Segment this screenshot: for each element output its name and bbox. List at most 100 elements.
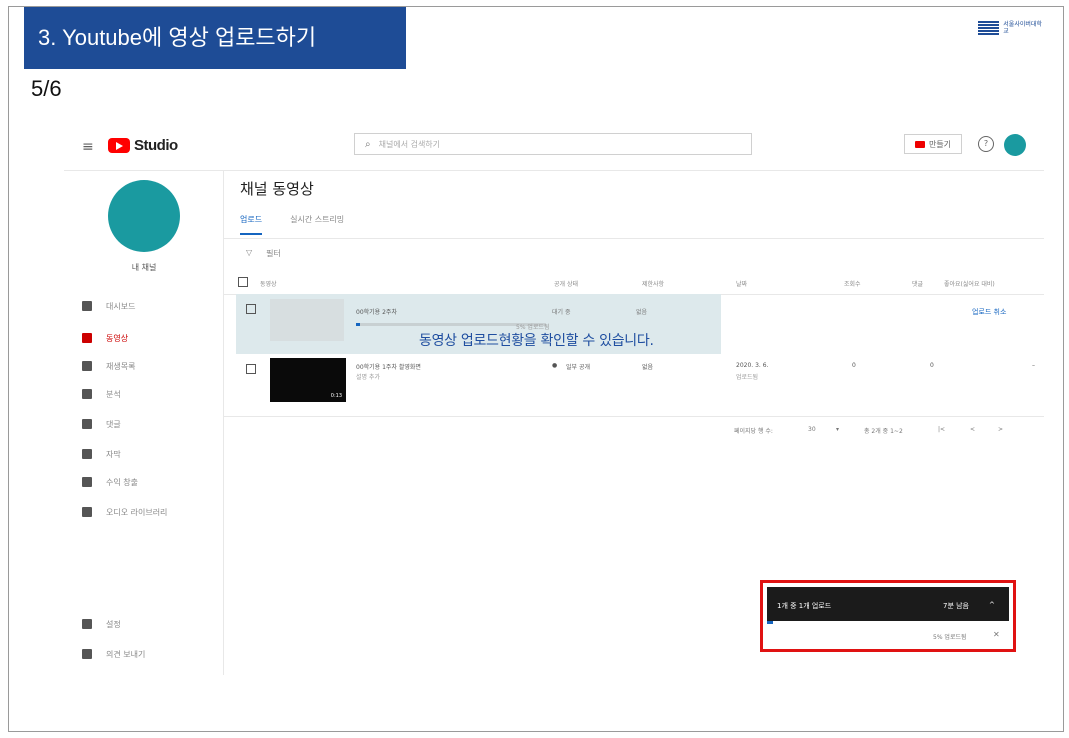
video-views: 0 xyxy=(852,362,856,369)
sidebar-item-subtitles[interactable]: 자막 xyxy=(82,446,121,462)
upload-time-remaining: 7분 남음 xyxy=(943,602,969,610)
logo-mark xyxy=(978,21,1000,35)
column-header: 제한사항 xyxy=(642,281,665,288)
divider xyxy=(224,238,1044,239)
tab-bar: 업로드 실시간 스트리밍 xyxy=(240,214,344,235)
sidebar-item-label: 설정 xyxy=(106,619,121,629)
video-title[interactable]: 00학기용 1주차 촬영화면 xyxy=(356,362,421,371)
video-restriction: 없음 xyxy=(642,364,654,371)
sidebar-item-label: 댓글 xyxy=(106,419,121,429)
column-header: 날짜 xyxy=(736,281,748,288)
sidebar: 내 채널 대시보드 동영상 재생목록 분석 댓글 자막 수익 창출 오디오 라이… xyxy=(64,170,224,675)
channel-name: 내 채널 xyxy=(131,263,157,272)
search-placeholder: 채널에서 검색하기 xyxy=(378,139,441,149)
column-header: 동영상 xyxy=(260,281,277,288)
filter-icon: ▽ xyxy=(246,248,253,257)
row-status: 대기 중 xyxy=(552,309,571,316)
logo-text: 서울사이버대학교 xyxy=(1003,21,1042,35)
video-description[interactable]: 설명 추가 xyxy=(356,372,380,381)
filter-bar[interactable]: ▽ 필터 xyxy=(246,248,281,259)
video-duration: 0:13 xyxy=(330,393,342,399)
column-header: 조회수 xyxy=(844,281,861,288)
column-header: 공개 상태 xyxy=(554,281,578,288)
sidebar-item-label: 자막 xyxy=(106,449,121,459)
playlist-icon xyxy=(82,361,92,371)
sidebar-item-settings[interactable]: 설정 xyxy=(82,616,121,632)
search-icon: ⌕ xyxy=(365,138,371,150)
feedback-icon xyxy=(82,649,92,659)
analytics-icon xyxy=(82,389,92,399)
upload-progress-text: 5% 업로드됨 xyxy=(933,634,967,641)
prev-page-button[interactable]: < xyxy=(970,426,975,433)
create-button[interactable]: 만들기 xyxy=(904,134,962,154)
video-icon xyxy=(82,333,92,343)
video-date-status: 업로드됨 xyxy=(736,374,759,381)
monetization-icon xyxy=(82,477,92,487)
menu-icon[interactable]: ≡ xyxy=(82,139,94,155)
expand-icon[interactable]: ^ xyxy=(989,601,995,609)
sidebar-item-analytics[interactable]: 분석 xyxy=(82,386,121,402)
upload-panel-title: 1개 중 1개 업로드 xyxy=(777,602,832,610)
rows-per-page-label: 페이지당 행 수: xyxy=(734,428,773,435)
column-header: 댓글 xyxy=(912,281,924,288)
video-thumbnail[interactable]: 0:13 xyxy=(270,358,346,402)
close-icon[interactable]: ✕ xyxy=(993,630,1000,639)
studio-brand: Studio xyxy=(134,137,178,154)
dashboard-icon xyxy=(82,301,92,311)
video-date: 2020. 3. 6. xyxy=(736,362,769,369)
sidebar-item-comments[interactable]: 댓글 xyxy=(82,416,121,432)
video-thumbnail xyxy=(270,299,344,341)
help-icon[interactable]: ? xyxy=(978,136,994,152)
visibility-icon: ● xyxy=(552,362,558,369)
university-logo: 서울사이버대학교 xyxy=(978,19,1046,37)
comments-icon xyxy=(82,419,92,429)
sidebar-item-dashboard[interactable]: 대시보드 xyxy=(82,298,135,314)
sidebar-item-label: 대시보드 xyxy=(106,301,136,311)
sidebar-item-feedback[interactable]: 의견 보내기 xyxy=(82,646,145,662)
sidebar-item-label: 의견 보내기 xyxy=(106,649,146,659)
page-range: 총 2개 중 1~2 xyxy=(864,428,903,435)
sidebar-item-label: 수익 창출 xyxy=(106,477,138,487)
chevron-down-icon[interactable]: ▾ xyxy=(836,426,839,433)
youtube-play-icon xyxy=(108,138,130,153)
annotation-text: 동영상 업로드현황을 확인할 수 있습니다. xyxy=(419,333,654,349)
video-title[interactable]: 00학기용 2주차 xyxy=(356,307,397,316)
tab-uploads[interactable]: 업로드 xyxy=(240,214,263,235)
column-header: 좋아요(싫어요 대비) xyxy=(944,281,995,288)
account-avatar[interactable] xyxy=(1004,134,1026,156)
table-header: 동영상 공개 상태 제한사항 날짜 조회수 댓글 좋아요(싫어요 대비) xyxy=(224,270,1044,295)
sidebar-item-videos[interactable]: 동영상 xyxy=(82,330,128,346)
row-progress-fill xyxy=(356,323,360,326)
sidebar-item-label: 동영상 xyxy=(106,333,129,343)
sidebar-item-audio-library[interactable]: 오디오 라이브러리 xyxy=(82,504,167,520)
sidebar-item-label: 재생목록 xyxy=(106,361,136,371)
camera-icon xyxy=(914,140,925,148)
sidebar-item-playlists[interactable]: 재생목록 xyxy=(82,358,135,374)
tab-live[interactable]: 실시간 스트리밍 xyxy=(290,214,344,235)
sidebar-item-monetization[interactable]: 수익 창출 xyxy=(82,474,138,490)
upload-panel-header[interactable]: 1개 중 1개 업로드 7분 남음 ^ xyxy=(767,587,1009,621)
next-page-button[interactable]: > xyxy=(998,426,1003,433)
subtitles-icon xyxy=(82,449,92,459)
video-likes: – xyxy=(1032,362,1035,369)
channel-avatar[interactable] xyxy=(108,180,180,252)
sidebar-item-label: 분석 xyxy=(106,389,121,399)
select-all-checkbox[interactable] xyxy=(238,277,248,287)
search-input[interactable]: ⌕ 채널에서 검색하기 xyxy=(354,133,752,155)
video-visibility[interactable]: 일부 공개 xyxy=(566,362,590,371)
first-page-button[interactable]: |< xyxy=(938,426,945,433)
studio-logo[interactable]: Studio xyxy=(108,137,178,154)
table-row[interactable]: 0:13 00학기용 1주차 촬영화면 설명 추가 ● 일부 공개 없음 202… xyxy=(224,354,1044,417)
row-checkbox[interactable] xyxy=(246,304,256,314)
top-bar: ≡ Studio ⌕ 채널에서 검색하기 만들기 ? xyxy=(64,120,1044,171)
slide-title: 3. Youtube에 영상 업로드하기 xyxy=(24,7,406,69)
cancel-upload-link[interactable]: 업로드 취소 xyxy=(972,307,1006,317)
upload-panel-body: 5% 업로드됨 ✕ xyxy=(767,624,1009,646)
rows-per-page-select[interactable]: 30 xyxy=(808,426,816,433)
video-comments: 0 xyxy=(930,362,934,369)
sidebar-item-label: 오디오 라이브러리 xyxy=(106,507,168,517)
page-number: 5/6 xyxy=(31,76,62,101)
settings-icon xyxy=(82,619,92,629)
page-title: 채널 동영상 xyxy=(240,180,314,198)
row-checkbox[interactable] xyxy=(246,364,256,374)
